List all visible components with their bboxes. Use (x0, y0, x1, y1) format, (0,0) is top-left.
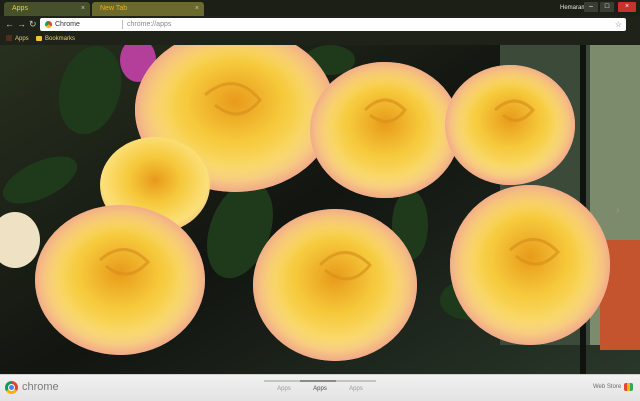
page-label: Apps (277, 386, 291, 392)
profile-name[interactable]: Hemaram (560, 2, 586, 14)
close-tab-icon[interactable]: × (195, 2, 199, 16)
maximize-icon: □ (604, 3, 610, 10)
page-label: Apps (349, 386, 363, 392)
maximize-button[interactable]: □ (600, 2, 614, 12)
bookmark-apps[interactable]: Apps (6, 33, 29, 45)
omnibox-chip-label: Chrome (55, 21, 80, 28)
tab-strip: Apps × New Tab × Hemaram – □ × (0, 0, 640, 16)
close-tab-icon[interactable]: × (81, 2, 85, 16)
next-page-arrow-icon[interactable]: › (616, 205, 619, 216)
folder-icon (36, 36, 42, 41)
close-icon: × (624, 3, 630, 10)
tab-label: New Tab (100, 5, 128, 12)
web-store-link[interactable]: Web Store (593, 384, 621, 390)
url-text[interactable]: chrome://apps (127, 18, 171, 31)
reload-icon[interactable]: ↻ (29, 19, 37, 29)
bookmark-label: Bookmarks (45, 36, 76, 42)
apps-grid-icon (6, 35, 12, 41)
page-switcher-3[interactable]: Apps (336, 380, 376, 392)
tab-new-tab[interactable]: New Tab × (92, 2, 204, 16)
minimize-button[interactable]: – (584, 2, 598, 12)
page-indicator-bar (264, 380, 304, 382)
page-indicator-bar (300, 380, 340, 382)
page-switcher-2[interactable]: Apps (300, 380, 340, 392)
tab-label: Apps (12, 5, 28, 12)
web-store-icon[interactable] (624, 383, 633, 391)
back-icon[interactable]: ← (5, 19, 14, 29)
bottom-bar: chrome Apps Apps Apps Web Store (0, 374, 640, 401)
chrome-icon (45, 21, 52, 28)
address-bar[interactable]: Chrome chrome://apps ☆ (40, 18, 626, 31)
page-indicator-bar (336, 380, 376, 382)
forward-icon[interactable]: → (17, 19, 26, 29)
page-switcher-1[interactable]: Apps (264, 380, 304, 392)
rose-wallpaper (0, 0, 640, 400)
page-label: Apps (313, 386, 327, 392)
bookmarks-bar: Apps Bookmarks (0, 33, 640, 45)
bookmark-label: Apps (15, 36, 29, 42)
minimize-icon: – (589, 3, 593, 10)
tab-apps[interactable]: Apps × (4, 2, 90, 16)
toolbar: ← → ↻ Chrome chrome://apps ☆ (0, 16, 640, 33)
bookmark-star-icon[interactable]: ☆ (615, 18, 622, 31)
close-window-button[interactable]: × (618, 2, 636, 12)
bookmark-bookmarks[interactable]: Bookmarks (36, 33, 75, 45)
chrome-logo-icon (5, 381, 18, 394)
chrome-logo-text: chrome (22, 381, 59, 393)
omnibox-divider (122, 20, 123, 29)
